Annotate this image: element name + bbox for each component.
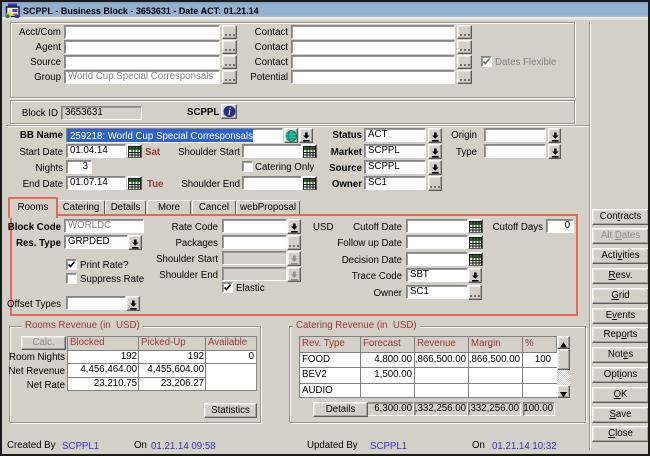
svg-text:i: i — [228, 107, 231, 118]
